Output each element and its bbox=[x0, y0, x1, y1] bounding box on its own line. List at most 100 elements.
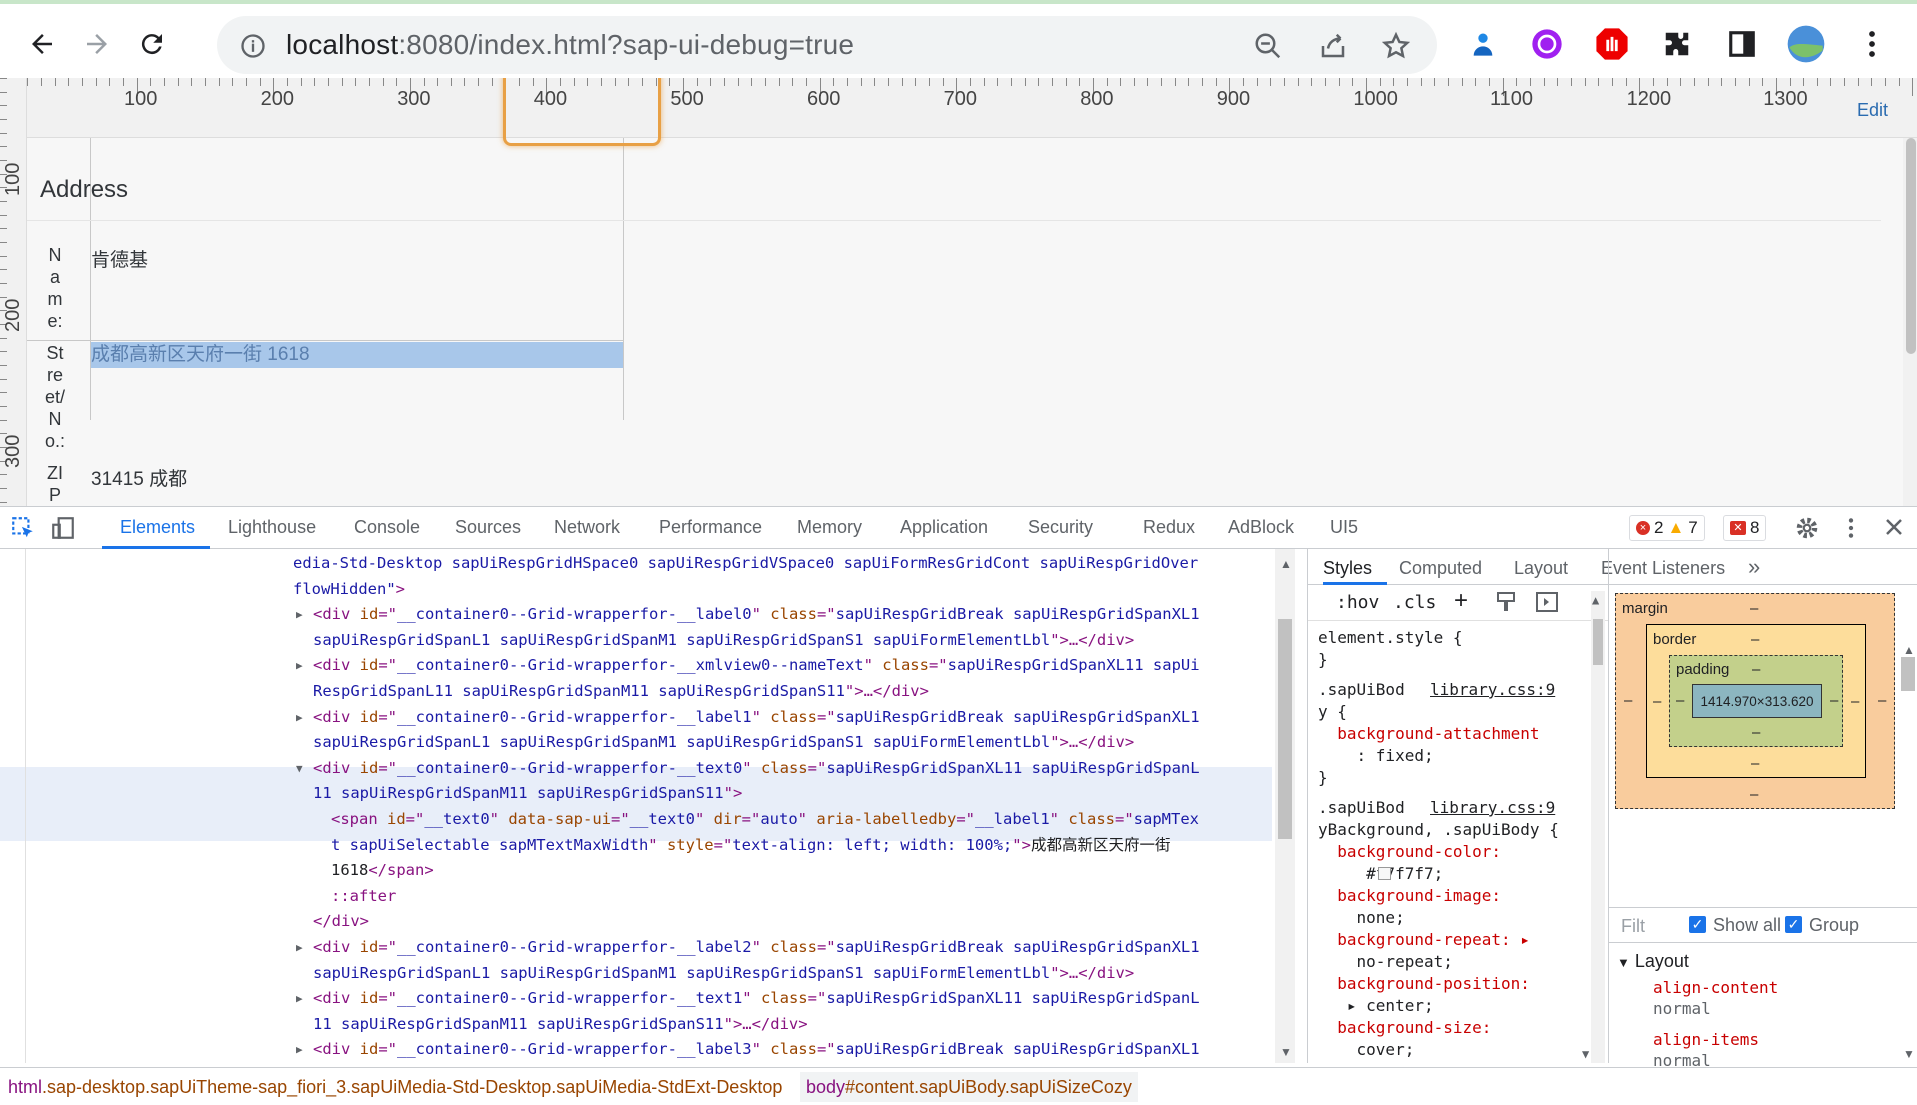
css-value[interactable]: cover; bbox=[1318, 1039, 1415, 1061]
dom-node-line[interactable]: 11 sapUiRespGridSpanM11 sapUiRespGridSpa… bbox=[313, 1014, 808, 1035]
collapse-triangle-icon[interactable]: ▶ bbox=[296, 707, 303, 728]
dom-node-line[interactable]: flowHidden"> bbox=[293, 579, 405, 600]
share-icon[interactable] bbox=[1313, 26, 1353, 66]
tab-application[interactable]: Application bbox=[900, 517, 988, 538]
tab-sources[interactable]: Sources bbox=[455, 517, 521, 538]
dom-node-line[interactable]: ▶ <div id="__container0--Grid-wrapperfor-… bbox=[296, 1039, 1200, 1060]
scroll-down-icon[interactable]: ▼ bbox=[1280, 1045, 1292, 1059]
styles-scroll-up-icon[interactable]: ▲ bbox=[1592, 593, 1599, 607]
elements-scrollbar-thumb[interactable] bbox=[1278, 619, 1292, 839]
dom-node-line[interactable]: ▼ <div id="__container0--Grid-wrapperfor-… bbox=[296, 758, 1200, 779]
collapse-triangle-icon[interactable]: ▶ bbox=[296, 937, 303, 958]
dom-node-line[interactable]: edia-Std-Desktop sapUiRespGridHSpace0 sa… bbox=[293, 553, 1198, 574]
info-icon[interactable] bbox=[233, 26, 273, 66]
sidebar-tab-computed[interactable]: Computed bbox=[1399, 558, 1482, 579]
dom-node-line[interactable]: ▶ <div id="__container0--Grid-wrapperfor-… bbox=[296, 655, 1200, 676]
breadcrumb-html[interactable]: html.sap-desktop.sapUiTheme-sap_fiori_3.… bbox=[8, 1077, 782, 1098]
styles-scrollbar-thumb[interactable] bbox=[1593, 619, 1603, 665]
box-model-border[interactable]: border – – – – padding – – – – 1414.970×… bbox=[1646, 624, 1866, 778]
settings-gear-icon[interactable] bbox=[1794, 515, 1820, 546]
css-property[interactable]: background-repeat: ▸ bbox=[1318, 929, 1530, 951]
dom-node-line[interactable]: RespGridSpanL11 sapUiRespGridSpanM11 sap… bbox=[313, 681, 929, 702]
tab-performance[interactable]: Performance bbox=[659, 517, 762, 538]
dom-node-line[interactable]: 11 sapUiRespGridSpanM11 sapUiRespGridSpa… bbox=[313, 783, 742, 804]
adblock-icon[interactable] bbox=[1592, 24, 1632, 64]
layout-section-header[interactable]: ▼ Layout bbox=[1617, 951, 1689, 972]
scroll-up-icon[interactable]: ▲ bbox=[1280, 557, 1292, 571]
box-model-padding[interactable]: padding – – – – 1414.970×313.620 bbox=[1669, 655, 1843, 747]
cls-toggle[interactable]: .cls bbox=[1393, 592, 1436, 613]
tab-network[interactable]: Network bbox=[554, 517, 620, 538]
new-rule-plus-icon[interactable]: + bbox=[1454, 587, 1468, 615]
tab-console[interactable]: Console bbox=[354, 517, 420, 538]
breadcrumb-body[interactable]: body#content.sapUiBody.sapUiSizeCozy bbox=[800, 1072, 1138, 1102]
elements-tree[interactable]: edia-Std-Desktop sapUiRespGridHSpace0 sa… bbox=[0, 549, 1272, 1063]
dom-node-line[interactable]: <span id="__text0" data-sap-ui="__text0"… bbox=[331, 809, 1199, 830]
edit-link[interactable]: Edit bbox=[1857, 100, 1888, 121]
css-value[interactable]: : fixed; bbox=[1318, 745, 1434, 767]
dom-node-line[interactable]: ::after bbox=[331, 886, 396, 907]
toggle-sidebar-icon[interactable] bbox=[1536, 591, 1558, 618]
sidepanel-icon[interactable] bbox=[1722, 24, 1762, 64]
dom-node-line[interactable]: t sapUiSelectable sapMTextMaxWidth" styl… bbox=[331, 835, 1170, 856]
css-property[interactable]: background-position: bbox=[1318, 973, 1530, 995]
puzzle-icon[interactable] bbox=[1657, 24, 1697, 64]
boxmodel-scroll-up-icon[interactable]: ▲ bbox=[1903, 643, 1915, 657]
device-toggle-icon[interactable] bbox=[50, 515, 76, 546]
show-all-checkbox[interactable]: ✓ bbox=[1689, 916, 1706, 933]
collapse-triangle-icon[interactable]: ▶ bbox=[296, 604, 303, 625]
dom-node-line[interactable]: </div> bbox=[313, 911, 369, 932]
address-bar[interactable]: localhost:8080/index.html?sap-ui-debug=t… bbox=[217, 16, 1437, 74]
forward-arrow-icon[interactable] bbox=[75, 22, 119, 66]
sidebar-tab-styles[interactable]: Styles bbox=[1323, 558, 1372, 579]
dom-node-line[interactable]: sapUiRespGridSpanL1 sapUiRespGridSpanM1 … bbox=[313, 732, 1134, 753]
profile-avatar[interactable] bbox=[1786, 24, 1826, 64]
inspect-element-icon[interactable] bbox=[10, 515, 36, 546]
error-warning-badge[interactable]: × 2 ▲ 7 bbox=[1629, 515, 1705, 541]
dom-node-line[interactable]: ▶ <div id="__container0--Grid-wrapperfor-… bbox=[296, 707, 1200, 728]
hov-toggle[interactable]: :hov bbox=[1336, 592, 1379, 613]
zoom-out-icon[interactable] bbox=[1248, 26, 1288, 66]
css-property[interactable]: background-size: bbox=[1318, 1017, 1491, 1039]
tab-ui5[interactable]: UI5 bbox=[1330, 517, 1358, 538]
dom-node-line[interactable]: sapUiRespGridSpanL1 sapUiRespGridSpanM1 … bbox=[313, 963, 1134, 984]
dom-node-line[interactable]: 1618</span> bbox=[331, 860, 434, 881]
group-checkbox[interactable]: ✓ bbox=[1785, 916, 1802, 933]
css-value[interactable]: no-repeat; bbox=[1318, 951, 1453, 973]
sidebar-tab-layout[interactable]: Layout bbox=[1514, 558, 1568, 579]
box-model-content-size[interactable]: 1414.970×313.620 bbox=[1692, 684, 1822, 718]
issues-badge[interactable]: ✕ 8 bbox=[1723, 515, 1767, 541]
extension-person-icon[interactable] bbox=[1463, 24, 1503, 64]
star-icon[interactable] bbox=[1376, 26, 1416, 66]
page-scrollbar-thumb[interactable] bbox=[1906, 138, 1916, 354]
tab-redux[interactable]: Redux bbox=[1143, 517, 1195, 538]
dom-node-line[interactable]: ▶ <div id="__container0--Grid-wrapperfor-… bbox=[296, 937, 1200, 958]
dom-node-line[interactable]: ▶ <div id="__container0--Grid-wrapperfor-… bbox=[296, 988, 1200, 1009]
color-swatch[interactable] bbox=[1378, 867, 1391, 880]
url-text[interactable]: localhost:8080/index.html?sap-ui-debug=t… bbox=[286, 29, 854, 61]
back-arrow-icon[interactable] bbox=[20, 22, 64, 66]
dom-node-line[interactable]: ▶ <div id="__container0--Grid-wrapperfor-… bbox=[296, 604, 1200, 625]
collapse-triangle-icon[interactable]: ▶ bbox=[296, 988, 303, 1009]
tab-security[interactable]: Security bbox=[1028, 517, 1093, 538]
tab-lighthouse[interactable]: Lighthouse bbox=[228, 517, 316, 538]
css-source-link[interactable]: library.css:9 bbox=[1430, 797, 1555, 819]
reload-icon[interactable] bbox=[130, 22, 174, 66]
styles-scroll-down-icon[interactable]: ▼ bbox=[1582, 1047, 1589, 1061]
paint-brush-icon[interactable] bbox=[1496, 591, 1516, 618]
collapse-triangle-icon[interactable]: ▶ bbox=[296, 1039, 303, 1060]
computed-filter-input[interactable]: Filt bbox=[1621, 916, 1645, 937]
close-devtools-icon[interactable] bbox=[1882, 515, 1906, 544]
css-value[interactable]: ▸ center; bbox=[1318, 995, 1434, 1017]
boxmodel-scroll-down-icon[interactable]: ▼ bbox=[1903, 1047, 1915, 1061]
expand-triangle-icon[interactable]: ▼ bbox=[296, 758, 303, 779]
boxmodel-scrollbar-thumb[interactable] bbox=[1901, 657, 1915, 691]
tab-memory[interactable]: Memory bbox=[797, 517, 862, 538]
css-property[interactable]: background-color: bbox=[1318, 841, 1501, 863]
css-property[interactable]: background-image: bbox=[1318, 885, 1501, 907]
kebab-menu-icon[interactable] bbox=[1852, 24, 1892, 64]
extension-purple-icon[interactable] bbox=[1527, 24, 1567, 64]
devtools-menu-icon[interactable] bbox=[1846, 515, 1856, 546]
box-model-margin[interactable]: margin – – – – border – – – – padding – … bbox=[1615, 593, 1895, 809]
tab-elements[interactable]: Elements bbox=[120, 517, 195, 538]
